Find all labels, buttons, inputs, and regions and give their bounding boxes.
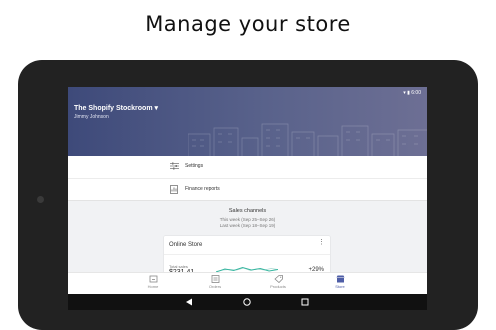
bottom-tab-bar: Home Orders Products Store: [68, 272, 427, 295]
page-headline: Manage your store: [145, 12, 351, 36]
wifi-icon: ▾: [403, 90, 406, 96]
store-icon: [336, 275, 344, 283]
tab-store[interactable]: Store: [309, 273, 371, 295]
more-options-icon[interactable]: ⋮: [318, 239, 325, 246]
store-header: ▾ ▮ 6:00 The Shopify Stockroom ▾ Jimmy J…: [68, 87, 427, 156]
menu-item-label: Settings: [185, 163, 204, 169]
menu-item-label: Finance reports: [185, 186, 220, 192]
tab-label: Orders: [208, 284, 222, 289]
back-icon[interactable]: [185, 298, 193, 306]
sliders-icon: [170, 162, 179, 170]
menu-item-settings[interactable]: Settings: [68, 156, 427, 177]
orders-icon: [211, 275, 219, 283]
online-store-title: Online Store: [169, 242, 203, 248]
city-skyline-illustration: [188, 123, 427, 156]
android-nav-bar: [68, 294, 427, 310]
status-time: 6:00: [411, 90, 421, 96]
sales-channels-title: Sales channels: [228, 208, 267, 214]
this-week-range: This week (Sep 25–Sep 26): [219, 217, 276, 222]
tab-label: Store: [335, 284, 345, 289]
tab-products[interactable]: Products: [247, 273, 309, 295]
last-week-range: Last week (Sep 18–Sep 19): [219, 223, 276, 228]
settings-menu: Settings Finance reports: [68, 156, 427, 201]
store-switcher[interactable]: The Shopify Stockroom ▾: [74, 104, 158, 112]
battery-icon: ▮: [407, 90, 410, 96]
tablet-camera: [37, 196, 44, 203]
status-bar: ▾ ▮ 6:00: [403, 90, 421, 96]
app-screen: ▾ ▮ 6:00 The Shopify Stockroom ▾ Jimmy J…: [68, 87, 427, 310]
store-name: The Shopify Stockroom: [74, 105, 153, 112]
tab-home[interactable]: Home: [122, 273, 184, 295]
divider: [164, 254, 330, 255]
tab-label: Products: [270, 284, 286, 289]
owner-name: Jimmy Johnson: [74, 114, 109, 120]
tab-orders[interactable]: Orders: [184, 273, 246, 295]
menu-item-finance-reports[interactable]: Finance reports: [68, 178, 427, 200]
recents-icon[interactable]: [301, 298, 309, 306]
report-icon: [170, 185, 178, 194]
home-button-icon[interactable]: [243, 298, 251, 306]
chevron-down-icon: ▾: [154, 105, 159, 112]
tab-label: Home: [147, 284, 159, 289]
home-icon: [149, 275, 157, 283]
tag-icon: [273, 275, 283, 283]
